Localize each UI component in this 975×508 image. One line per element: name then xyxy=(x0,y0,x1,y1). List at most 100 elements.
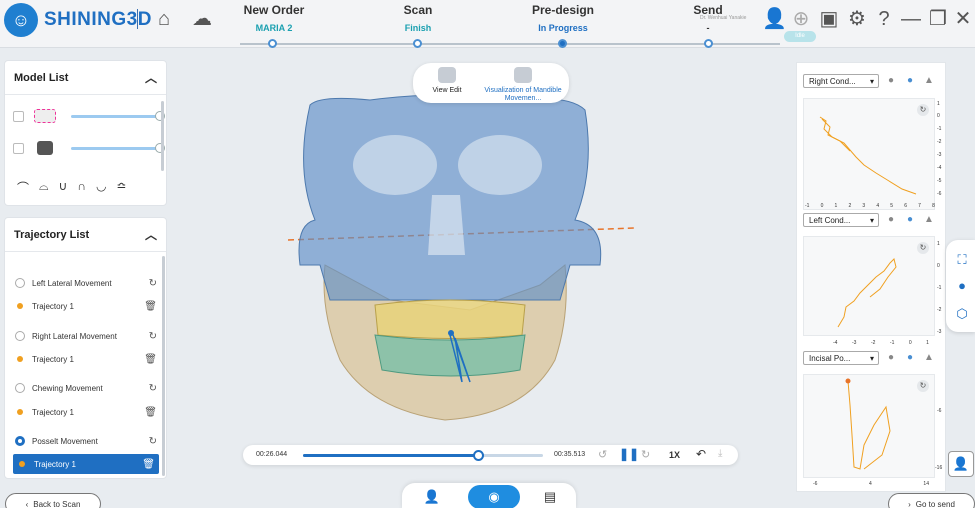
reset-view-icon[interactable]: ↻ xyxy=(917,104,929,116)
plot-1-xticks: -1 0 1 2 3 4 5 6 7 8 xyxy=(805,203,935,209)
step-title: Scan xyxy=(403,3,433,17)
arch-stack-icon[interactable]: ≏ xyxy=(116,179,126,196)
speed-button[interactable]: 1X xyxy=(669,450,680,460)
trajectory-item[interactable]: Trajectory 1 🗑 xyxy=(11,349,161,369)
trajectory-group-right-lateral[interactable]: Right Lateral Movement ↻ xyxy=(11,326,161,346)
chevron-up-icon[interactable]: ︿ xyxy=(145,226,157,243)
trajectory-item[interactable]: Trajectory 1 🗑 xyxy=(11,402,161,422)
radio-button[interactable] xyxy=(15,278,25,288)
trajectory-label: Trajectory 1 xyxy=(32,407,74,417)
forward-icon[interactable]: ↻ xyxy=(641,448,650,461)
arch-bridge-icon[interactable]: ⌓ xyxy=(39,179,49,196)
view-side-icon[interactable]: ● xyxy=(885,352,897,364)
drop-icon[interactable]: ● xyxy=(954,278,970,294)
step-scan[interactable]: Scan Finish xyxy=(358,3,478,33)
person-edit-icon[interactable]: 👤 xyxy=(412,485,452,508)
model-list-header[interactable]: Model List ︿ xyxy=(5,61,166,95)
view-edit-button[interactable]: View Edit xyxy=(425,67,469,94)
screen-record-icon[interactable]: ▣ xyxy=(817,8,841,30)
user-icon[interactable]: 👤 xyxy=(762,8,787,30)
opacity-slider[interactable] xyxy=(71,111,165,121)
cloud-wifi-icon[interactable]: ☁ xyxy=(190,8,214,30)
bottom-dock: 👤 ◉ ▤ xyxy=(402,483,576,508)
model-checkbox[interactable] xyxy=(13,142,24,154)
view-top-icon[interactable]: ▲ xyxy=(923,214,935,226)
radio-button-selected[interactable] xyxy=(15,436,25,446)
reset-view-icon[interactable]: ↻ xyxy=(917,380,929,392)
trash-icon[interactable]: 🗑 xyxy=(144,301,157,312)
trajectory-item-selected[interactable]: Trajectory 1 🗑 xyxy=(13,454,159,474)
back-to-scan-button[interactable]: ‹ Back to Scan xyxy=(5,493,101,508)
refresh-icon[interactable]: ↻ xyxy=(149,436,157,447)
model-list-title: Model List xyxy=(14,71,69,84)
target-icon[interactable]: ⊕ xyxy=(789,8,813,30)
download-icon[interactable]: ⤓ xyxy=(718,448,722,459)
trajectory-group-chewing[interactable]: Chewing Movement ↻ xyxy=(11,378,161,398)
view-side-icon[interactable]: ● xyxy=(885,75,897,87)
model-checkbox[interactable] xyxy=(13,110,24,122)
model-list-panel: Model List ︿ ⌒ ⌓ ∪ ∩ ◡ ≏ xyxy=(4,60,167,206)
trajectory-group-left-lateral[interactable]: Left Lateral Movement ↻ xyxy=(11,273,161,293)
plot-1-select[interactable]: Right Cond... ▾ xyxy=(803,74,879,88)
trash-icon[interactable]: 🗑 xyxy=(144,407,157,418)
trash-icon[interactable]: 🗑 xyxy=(142,459,155,470)
playback-knob[interactable] xyxy=(473,450,485,461)
arch-curve-icon[interactable]: ◡ xyxy=(96,179,106,196)
arch-u-icon[interactable]: ∪ xyxy=(59,179,68,196)
playback-progress xyxy=(303,454,479,457)
pause-icon[interactable]: ❚❚ xyxy=(619,447,639,461)
radio-button[interactable] xyxy=(15,383,25,393)
plot-1-trajectory xyxy=(819,116,917,195)
plot-2[interactable]: ↻ xyxy=(803,236,935,336)
home-icon[interactable]: ⌂ xyxy=(152,8,176,30)
go-to-send-button[interactable]: › Go to send xyxy=(888,493,975,508)
visualization-button[interactable]: Visualization of Mandible Movemen... xyxy=(479,67,567,103)
plot-2-xtick: -3 xyxy=(851,340,857,346)
radio-button[interactable] xyxy=(15,331,25,341)
chevron-up-icon[interactable]: ︿ xyxy=(145,69,157,86)
plot-3[interactable]: ↻ xyxy=(803,374,935,478)
arch-flat-icon[interactable]: ⌒ xyxy=(17,179,29,196)
scan-focus-icon[interactable]: ⛶ xyxy=(954,252,970,268)
view-side-icon[interactable]: ● xyxy=(885,214,897,226)
patient-view-icon[interactable]: 👤 xyxy=(948,451,974,477)
view-top-icon[interactable]: ▲ xyxy=(923,352,935,364)
report-icon[interactable]: ▤ xyxy=(530,485,570,508)
skull-3d-viewport[interactable] xyxy=(170,60,795,450)
trajectory-group-posselt[interactable]: Posselt Movement ↻ xyxy=(11,431,161,451)
view-top-icon[interactable]: ▲ xyxy=(923,75,935,87)
step-status: In Progress xyxy=(538,23,588,33)
close-icon[interactable]: ✕ xyxy=(951,8,975,30)
arch-n-icon[interactable]: ∩ xyxy=(77,179,86,196)
mandible-motion-icon[interactable]: ◉ xyxy=(468,485,520,508)
view-front-icon[interactable]: ● xyxy=(904,214,916,226)
trajectory-list-scrollbar[interactable] xyxy=(162,256,165,476)
cube-view-icon[interactable]: ⬡ xyxy=(954,306,970,322)
refresh-icon[interactable]: ↻ xyxy=(149,331,157,342)
opacity-slider[interactable] xyxy=(71,143,165,153)
replay-icon[interactable]: ↶ xyxy=(696,447,706,461)
trajectory-group-label: Right Lateral Movement xyxy=(32,331,117,341)
refresh-icon[interactable]: ↻ xyxy=(149,383,157,394)
help-icon[interactable]: ? xyxy=(872,8,896,30)
trash-icon[interactable]: 🗑 xyxy=(144,354,157,365)
plot-1-ytick: -5 xyxy=(937,178,942,184)
step-pre-design[interactable]: Pre-design In Progress xyxy=(503,3,623,33)
trajectory-item[interactable]: Trajectory 1 🗑 xyxy=(11,296,161,316)
trajectory-list-header[interactable]: Trajectory List ︿ xyxy=(5,218,166,252)
model-list-scrollbar[interactable] xyxy=(161,101,164,171)
restore-icon[interactable]: ❐ xyxy=(926,8,950,30)
view-front-icon[interactable]: ● xyxy=(904,75,916,87)
rewind-icon[interactable]: ↺ xyxy=(598,448,607,461)
gear-icon[interactable]: ⚙ xyxy=(845,8,869,30)
view-front-icon[interactable]: ● xyxy=(904,352,916,364)
step-new-order[interactable]: New Order MARIA 2 xyxy=(214,3,334,33)
minimize-icon[interactable]: — xyxy=(899,8,923,30)
reset-view-icon[interactable]: ↻ xyxy=(917,242,929,254)
playback-slider[interactable] xyxy=(303,450,543,461)
refresh-icon[interactable]: ↻ xyxy=(149,278,157,289)
plot-2-select[interactable]: Left Cond... ▾ xyxy=(803,213,879,227)
plot-3-select[interactable]: Incisal Po... ▾ xyxy=(803,351,879,365)
plot-1[interactable]: ↻ xyxy=(803,98,935,210)
trajectory-color-dot xyxy=(17,409,23,415)
